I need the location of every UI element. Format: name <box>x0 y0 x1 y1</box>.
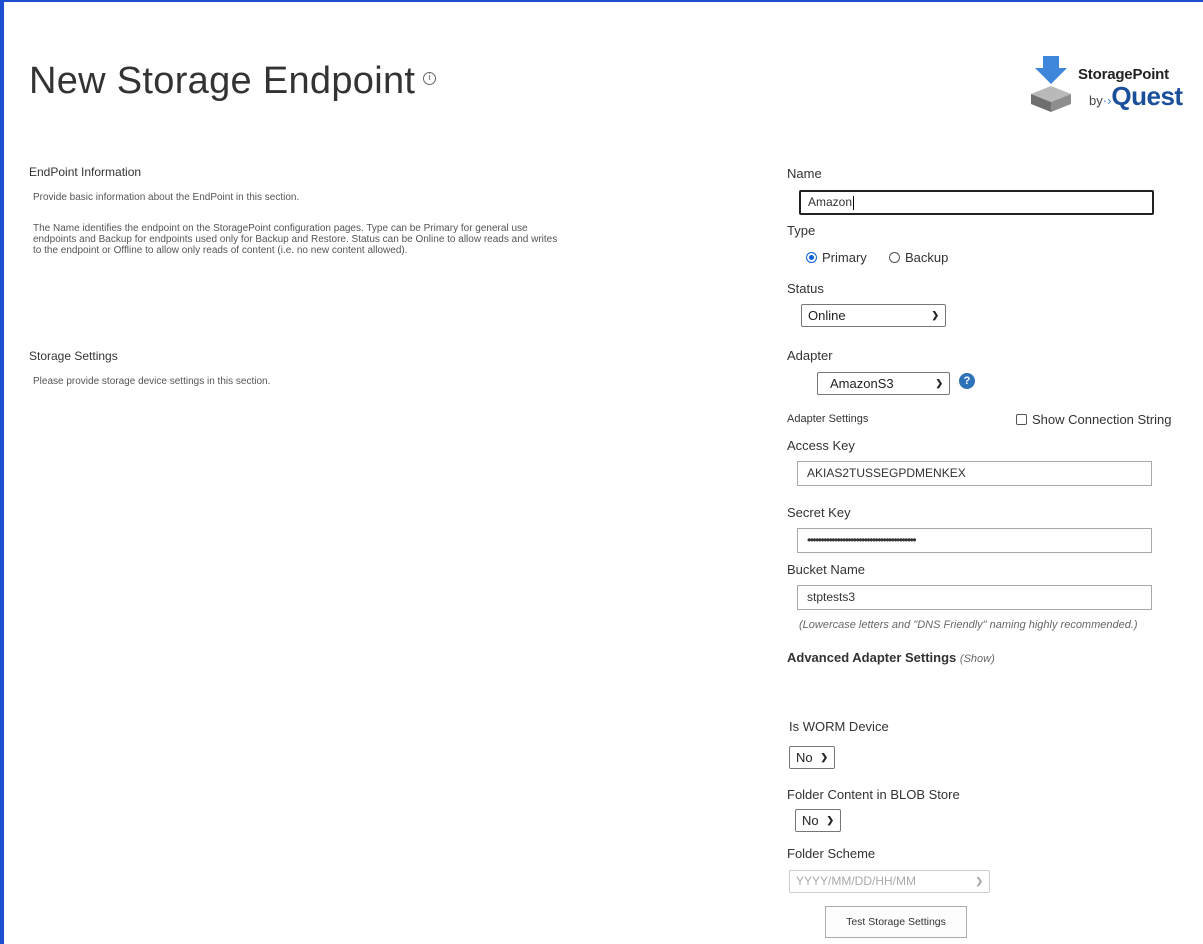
text-caret <box>853 195 855 210</box>
test-storage-settings-button[interactable]: Test Storage Settings <box>825 906 967 938</box>
folder-scheme-value: YYYY/MM/DD/HH/MM <box>796 874 916 888</box>
bucket-name-hint: (Lowercase letters and "DNS Friendly" na… <box>799 619 1138 631</box>
chevron-down-icon: ❯ <box>931 310 939 320</box>
help-icon[interactable]: ? <box>959 373 975 389</box>
chevron-down-icon: ❯ <box>975 876 983 886</box>
adapter-label: Adapter <box>787 348 833 363</box>
storage-settings-intro: Please provide storage device settings i… <box>33 376 271 387</box>
access-key-input[interactable]: AKIAS2TUSSEGPDMENKEX <box>797 461 1152 486</box>
access-key-label: Access Key <box>787 438 855 453</box>
secret-key-label: Secret Key <box>787 505 851 520</box>
worm-device-select[interactable]: No ❯ <box>789 746 835 769</box>
info-icon[interactable]: i <box>423 72 437 86</box>
type-primary-label: Primary <box>822 250 867 265</box>
storagepoint-logo: StoragePoint by·›Quest <box>1030 56 1200 116</box>
advanced-settings-label: Advanced Adapter Settings <box>787 650 957 665</box>
type-label: Type <box>787 223 816 238</box>
logo-byline: by·›Quest <box>1089 81 1183 112</box>
name-input[interactable]: Amazon <box>799 190 1154 215</box>
chevron-down-icon: ❯ <box>826 815 834 825</box>
folder-scheme-select[interactable]: YYYY/MM/DD/HH/MM ❯ <box>789 870 990 893</box>
storage-settings-heading: Storage Settings <box>29 349 118 363</box>
show-connection-string-checkbox[interactable]: Show Connection String <box>1016 412 1171 427</box>
name-label: Name <box>787 166 822 181</box>
folder-content-value: No <box>802 813 819 828</box>
logo-company: Quest <box>1111 81 1183 111</box>
checkbox-icon[interactable] <box>1016 414 1027 426</box>
worm-device-label: Is WORM Device <box>789 719 889 734</box>
folder-scheme-label: Folder Scheme <box>787 846 876 861</box>
advanced-adapter-settings: Advanced Adapter Settings (Show) <box>787 650 995 665</box>
show-connection-string-label: Show Connection String <box>1032 412 1172 427</box>
bucket-name-input[interactable]: stptests3 <box>797 585 1152 610</box>
adapter-select-value: AmazonS3 <box>830 376 894 391</box>
bucket-name-label: Bucket Name <box>787 562 866 577</box>
endpoint-info-description: The Name identifies the endpoint on the … <box>33 223 558 256</box>
logo-by: by <box>1089 93 1103 108</box>
worm-device-value: No <box>796 750 813 765</box>
folder-content-select[interactable]: No ❯ <box>795 809 841 832</box>
folder-content-label: Folder Content in BLOB Store <box>787 787 960 802</box>
endpoint-info-heading: EndPoint Information <box>29 165 142 179</box>
radio-unselected-icon[interactable] <box>889 252 900 264</box>
chevron-down-icon: ❯ <box>935 378 943 388</box>
name-input-value: Amazon <box>808 195 853 209</box>
page-title-text: New Storage Endpoint <box>29 60 416 102</box>
box-download-icon <box>1031 56 1071 112</box>
chevron-down-icon: ❯ <box>820 752 828 762</box>
adapter-select[interactable]: AmazonS3 ❯ <box>817 372 950 395</box>
status-select[interactable]: Online ❯ <box>801 304 946 327</box>
type-backup-label: Backup <box>905 250 949 265</box>
status-label: Status <box>787 281 824 296</box>
status-select-value: Online <box>808 308 846 323</box>
type-radio-backup[interactable]: Backup <box>889 250 948 265</box>
radio-selected-icon[interactable] <box>806 252 817 264</box>
page-title: New Storage Endpoint i <box>29 60 437 103</box>
endpoint-info-intro: Provide basic information about the EndP… <box>33 192 300 203</box>
type-radio-primary[interactable]: Primary <box>806 250 867 265</box>
advanced-settings-show-link[interactable]: (Show) <box>960 653 995 665</box>
secret-key-input[interactable]: •••••••••••••••••••••••••••••••••••••••• <box>797 528 1152 553</box>
adapter-settings-label: Adapter Settings <box>787 413 869 425</box>
